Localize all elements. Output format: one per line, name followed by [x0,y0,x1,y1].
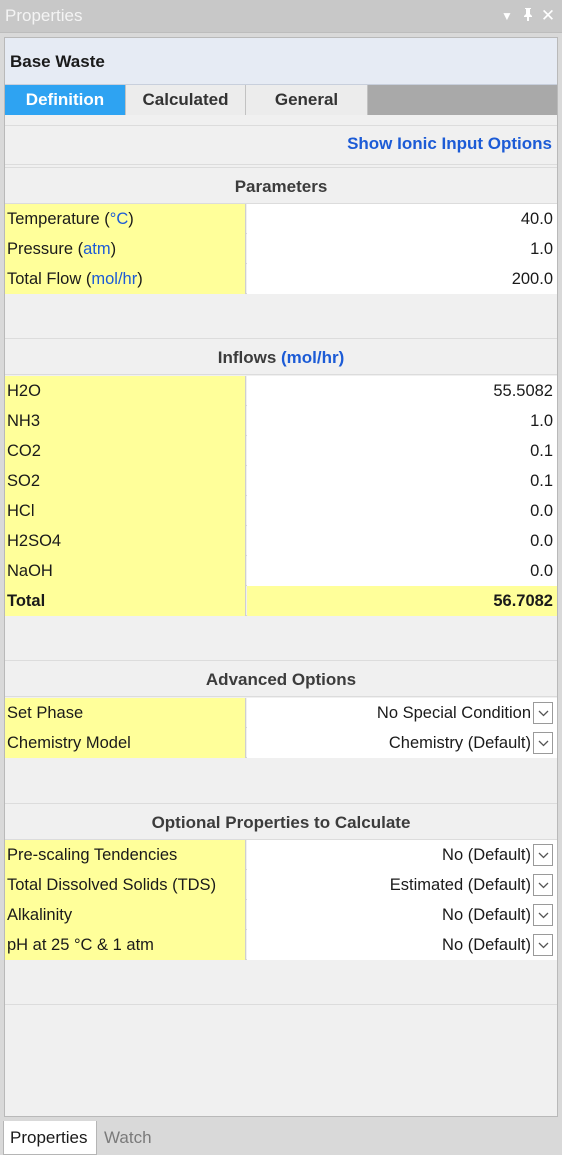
dropdown-value: No (Default) [442,846,531,864]
optional-row-alkalinity: Alkalinity No (Default) [5,900,557,930]
inflow-label: HCl [5,496,246,526]
object-header: Base Waste [5,38,557,85]
ph-dropdown[interactable]: No (Default) [247,930,557,960]
parameter-row-temperature: Temperature (°C) 40.0 [5,204,557,234]
bottom-tab-strip: Properties Watch [0,1121,562,1155]
parameter-label: Pressure (atm) [5,234,246,264]
close-icon[interactable]: ✕ [539,5,557,27]
show-ionic-input-options-link[interactable]: Show Ionic Input Options [347,134,552,154]
parameters-table: Temperature (°C) 40.0 Pressure (atm) 1.0… [5,204,557,294]
chevron-down-icon[interactable]: ▼ [498,5,516,27]
optional-row-tds: Total Dissolved Solids (TDS) Estimated (… [5,870,557,900]
dropdown-value: Chemistry (Default) [388,734,531,752]
total-flow-input[interactable]: 200.0 [247,264,557,294]
parameter-label: Temperature (°C) [5,204,246,234]
set-phase-dropdown[interactable]: No Special Condition [247,698,557,728]
tab-general[interactable]: General [246,85,368,115]
section-title-inflows: Inflows (mol/hr) [5,338,557,375]
tds-dropdown[interactable]: Estimated (Default) [247,870,557,900]
tab-strip: Definition Calculated General [5,85,557,115]
parameters-title: Parameters [234,177,328,196]
advanced-label: Set Phase [5,698,246,728]
inflow-row: NaOH 0.0 [5,556,557,586]
optional-row-pre-scaling: Pre-scaling Tendencies No (Default) [5,840,557,870]
inflow-value-input[interactable]: 55.5082 [247,376,557,406]
temperature-input[interactable]: 40.0 [247,204,557,234]
section-title-optional-properties: Optional Properties to Calculate [5,803,557,840]
inflow-label: H2SO4 [5,526,246,556]
dropdown-value: Estimated (Default) [389,876,531,894]
inflows-table: H2O 55.5082 NH3 1.0 CO2 0.1 SO2 0.1 HCl 0.0 H… [5,376,557,616]
inflow-total-value: 56.7082 [247,586,557,616]
chevron-down-icon[interactable] [533,702,553,724]
chemistry-model-dropdown[interactable]: Chemistry (Default) [247,728,557,758]
pin-icon[interactable] [519,5,537,27]
dropdown-value: No (Default) [442,936,531,954]
dropdown-value: No (Default) [442,906,531,924]
chevron-down-icon[interactable] [533,874,553,896]
chevron-down-icon[interactable] [533,732,553,754]
tab-definition[interactable]: Definition [5,85,126,115]
section-title-parameters: Parameters [5,167,557,204]
parameter-row-pressure: Pressure (atm) 1.0 [5,234,557,264]
inflow-row: SO2 0.1 [5,466,557,496]
inflow-label: SO2 [5,466,246,496]
advanced-row-chemistry-model: Chemistry Model Chemistry (Default) [5,728,557,758]
optional-label: Alkalinity [5,900,246,930]
advanced-row-set-phase: Set Phase No Special Condition [5,698,557,728]
inflow-label: H2O [5,376,246,406]
chevron-down-icon[interactable] [533,904,553,926]
optional-label: Total Dissolved Solids (TDS) [5,870,246,900]
chevron-down-icon[interactable] [533,844,553,866]
optional-row-ph: pH at 25 °C & 1 atm No (Default) [5,930,557,960]
pressure-input[interactable]: 1.0 [247,234,557,264]
inflow-total-label: Total [5,586,246,616]
inflow-row: H2SO4 0.0 [5,526,557,556]
inflow-label: NH3 [5,406,246,436]
window-titlebar: Properties ▼ ✕ [0,0,562,33]
chevron-down-icon[interactable] [533,934,553,956]
inflow-value-input[interactable]: 0.1 [247,436,557,466]
inflow-value-input[interactable]: 0.0 [247,496,557,526]
parameter-label: Total Flow (mol/hr) [5,264,246,294]
advanced-label: Chemistry Model [5,728,246,758]
pre-scaling-dropdown[interactable]: No (Default) [247,840,557,870]
inflow-label: CO2 [5,436,246,466]
inflow-row: HCl 0.0 [5,496,557,526]
advanced-options-table: Set Phase No Special Condition Chemistry… [5,698,557,758]
optional-label: Pre-scaling Tendencies [5,840,246,870]
tab-watch[interactable]: Watch [98,1121,158,1155]
tab-calculated[interactable]: Calculated [126,85,246,115]
window-title: Properties [5,6,83,25]
inflow-value-input[interactable]: 0.0 [247,526,557,556]
inflow-value-input[interactable]: 0.0 [247,556,557,586]
inflow-total-row: Total 56.7082 [5,586,557,616]
optional-properties-table: Pre-scaling Tendencies No (Default) Tota… [5,840,557,960]
inflow-value-input[interactable]: 0.1 [247,466,557,496]
section-title-advanced-options: Advanced Options [5,660,557,697]
alkalinity-dropdown[interactable]: No (Default) [247,900,557,930]
divider [5,1004,557,1005]
optional-label: pH at 25 °C & 1 atm [5,930,246,960]
inflow-row: CO2 0.1 [5,436,557,466]
inflow-row: H2O 55.5082 [5,376,557,406]
object-name: Base Waste [10,52,105,71]
inflow-value-input[interactable]: 1.0 [247,406,557,436]
tab-properties[interactable]: Properties [3,1121,97,1155]
properties-panel: Base Waste Definition Calculated General… [4,37,558,1117]
inflow-label: NaOH [5,556,246,586]
parameter-row-total-flow: Total Flow (mol/hr) 200.0 [5,264,557,294]
ionic-options-row: Show Ionic Input Options [5,125,557,165]
inflow-row: NH3 1.0 [5,406,557,436]
dropdown-value: No Special Condition [376,704,531,722]
